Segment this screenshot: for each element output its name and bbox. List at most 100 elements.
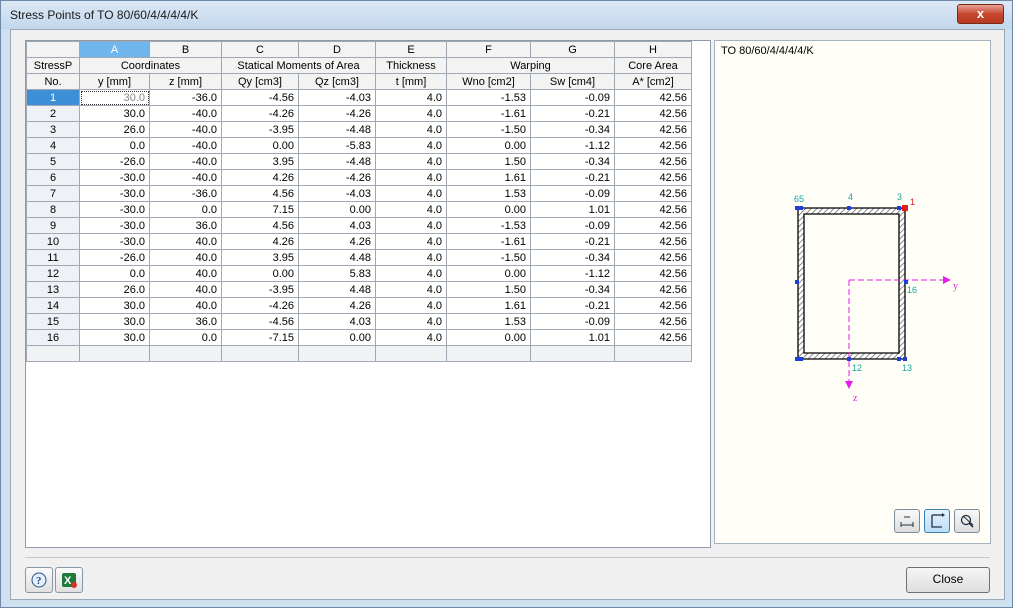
table-cell[interactable]: -30.0 bbox=[79, 217, 150, 234]
table-row[interactable]: 16 30.0 0.0 -7.15 0.00 4.0 0.00 1.01 42.56 bbox=[26, 329, 692, 346]
table-cell[interactable]: 0.00 bbox=[446, 137, 531, 154]
row-number[interactable]: 1 bbox=[26, 89, 80, 106]
table-cell[interactable]: 42.56 bbox=[614, 105, 692, 122]
table-cell[interactable]: 4.0 bbox=[375, 233, 447, 250]
table-cell[interactable]: 4.0 bbox=[375, 137, 447, 154]
table-cell[interactable]: -3.95 bbox=[221, 121, 299, 138]
table-cell[interactable]: -30.0 bbox=[79, 233, 150, 250]
row-number[interactable]: 7 bbox=[26, 185, 80, 202]
table-cell[interactable]: 4.0 bbox=[375, 297, 447, 314]
table-cell[interactable]: 26.0 bbox=[79, 281, 150, 298]
table-cell[interactable]: -5.83 bbox=[298, 137, 376, 154]
table-cell[interactable]: 26.0 bbox=[79, 121, 150, 138]
table-cell[interactable]: -0.34 bbox=[530, 153, 615, 170]
table-cell[interactable]: 42.56 bbox=[614, 217, 692, 234]
table-cell[interactable]: -1.61 bbox=[446, 105, 531, 122]
column-letter-c[interactable]: C bbox=[221, 41, 299, 58]
table-cell[interactable]: 3.95 bbox=[221, 249, 299, 266]
table-cell[interactable]: -0.09 bbox=[530, 185, 615, 202]
table-row[interactable]: 8 -30.0 0.0 7.15 0.00 4.0 0.00 1.01 42.56 bbox=[26, 201, 692, 218]
table-cell[interactable]: -26.0 bbox=[79, 249, 150, 266]
row-number[interactable]: 8 bbox=[26, 201, 80, 218]
table-row[interactable]: 6 -30.0 -40.0 4.26 -4.26 4.0 1.61 -0.21 42.56 bbox=[26, 169, 692, 186]
table-cell[interactable]: 42.56 bbox=[614, 281, 692, 298]
table-cell[interactable]: 4.0 bbox=[375, 313, 447, 330]
table-cell[interactable]: 42.56 bbox=[614, 201, 692, 218]
table-cell[interactable]: 30.0 bbox=[79, 89, 150, 106]
table-cell[interactable]: -4.26 bbox=[298, 105, 376, 122]
table-cell[interactable]: -0.21 bbox=[530, 169, 615, 186]
table-cell[interactable]: -4.03 bbox=[298, 89, 376, 106]
table-cell[interactable]: -0.34 bbox=[530, 249, 615, 266]
table-cell[interactable]: 0.00 bbox=[221, 137, 299, 154]
table-cell[interactable]: 30.0 bbox=[79, 297, 150, 314]
table-cell[interactable]: 4.0 bbox=[375, 169, 447, 186]
table-cell[interactable]: 4.03 bbox=[298, 217, 376, 234]
table-cell[interactable]: 36.0 bbox=[149, 217, 222, 234]
table-cell[interactable]: 0.00 bbox=[221, 265, 299, 282]
table-cell[interactable]: 40.0 bbox=[149, 265, 222, 282]
row-number[interactable]: 11 bbox=[26, 249, 80, 266]
table-cell[interactable]: 4.0 bbox=[375, 329, 447, 346]
row-number[interactable]: 10 bbox=[26, 233, 80, 250]
table-cell[interactable]: 4.26 bbox=[221, 233, 299, 250]
row-number[interactable]: 12 bbox=[26, 265, 80, 282]
table-cell[interactable]: 4.0 bbox=[375, 265, 447, 282]
row-number[interactable]: 4 bbox=[26, 137, 80, 154]
table-cell[interactable]: 42.56 bbox=[614, 153, 692, 170]
table-cell[interactable]: -1.61 bbox=[446, 233, 531, 250]
table-cell[interactable]: 0.00 bbox=[446, 201, 531, 218]
table-cell[interactable]: 36.0 bbox=[149, 313, 222, 330]
row-number[interactable]: 14 bbox=[26, 297, 80, 314]
table-cell[interactable]: 0.00 bbox=[298, 201, 376, 218]
table-cell[interactable]: -0.21 bbox=[530, 297, 615, 314]
table-cell[interactable]: 4.0 bbox=[375, 281, 447, 298]
table-cell[interactable]: 4.0 bbox=[375, 249, 447, 266]
row-number[interactable]: 9 bbox=[26, 217, 80, 234]
ruler-icon[interactable] bbox=[894, 509, 920, 533]
table-cell[interactable]: -40.0 bbox=[149, 121, 222, 138]
row-number[interactable]: 6 bbox=[26, 169, 80, 186]
table-cell[interactable]: 42.56 bbox=[614, 89, 692, 106]
table-cell[interactable]: 40.0 bbox=[149, 281, 222, 298]
table-cell[interactable]: 42.56 bbox=[614, 249, 692, 266]
table-cell[interactable]: 1.50 bbox=[446, 153, 531, 170]
table-cell[interactable]: -4.48 bbox=[298, 153, 376, 170]
table-cell[interactable]: 42.56 bbox=[614, 121, 692, 138]
table-cell[interactable]: -4.26 bbox=[221, 297, 299, 314]
table-cell[interactable]: -4.26 bbox=[221, 105, 299, 122]
column-letter-b[interactable]: B bbox=[149, 41, 222, 58]
table-cell[interactable]: 1.53 bbox=[446, 185, 531, 202]
table-cell[interactable]: 40.0 bbox=[149, 297, 222, 314]
table-cell[interactable]: 40.0 bbox=[149, 233, 222, 250]
row-number[interactable]: 5 bbox=[26, 153, 80, 170]
table-row[interactable]: 1 30.0 -36.0 -4.56 -4.03 4.0 -1.53 -0.09 42.56 bbox=[26, 89, 692, 106]
table-cell[interactable]: 4.26 bbox=[298, 233, 376, 250]
table-row[interactable]: 13 26.0 40.0 -3.95 4.48 4.0 1.50 -0.34 42.56 bbox=[26, 281, 692, 298]
export-excel-button[interactable]: X bbox=[55, 567, 83, 593]
table-cell[interactable]: 4.0 bbox=[375, 185, 447, 202]
close-icon[interactable]: x bbox=[957, 4, 1004, 24]
zoom-reset-icon[interactable] bbox=[954, 509, 980, 533]
table-cell[interactable]: -1.12 bbox=[530, 265, 615, 282]
table-cell[interactable]: -7.15 bbox=[221, 329, 299, 346]
table-cell[interactable]: -4.03 bbox=[298, 185, 376, 202]
table-row[interactable]: 7 -30.0 -36.0 4.56 -4.03 4.0 1.53 -0.09 42.56 bbox=[26, 185, 692, 202]
table-cell[interactable]: -0.09 bbox=[530, 313, 615, 330]
table-cell[interactable]: 4.0 bbox=[375, 121, 447, 138]
table-cell[interactable]: 1.50 bbox=[446, 281, 531, 298]
table-cell[interactable]: 42.56 bbox=[614, 233, 692, 250]
table-cell[interactable]: -1.53 bbox=[446, 217, 531, 234]
axes-icon[interactable] bbox=[924, 509, 950, 533]
table-cell[interactable]: 42.56 bbox=[614, 265, 692, 282]
table-cell[interactable]: 1.53 bbox=[446, 313, 531, 330]
table-row[interactable]: 4 0.0 -40.0 0.00 -5.83 4.0 0.00 -1.12 42.56 bbox=[26, 137, 692, 154]
table-cell[interactable]: -40.0 bbox=[149, 153, 222, 170]
table-cell[interactable]: 4.56 bbox=[221, 217, 299, 234]
table-cell[interactable]: -30.0 bbox=[79, 185, 150, 202]
column-letter-d[interactable]: D bbox=[298, 41, 376, 58]
table-cell[interactable]: 4.26 bbox=[298, 297, 376, 314]
table-cell[interactable]: 4.56 bbox=[221, 185, 299, 202]
table-cell[interactable]: 4.03 bbox=[298, 313, 376, 330]
table-cell[interactable]: 0.00 bbox=[446, 329, 531, 346]
